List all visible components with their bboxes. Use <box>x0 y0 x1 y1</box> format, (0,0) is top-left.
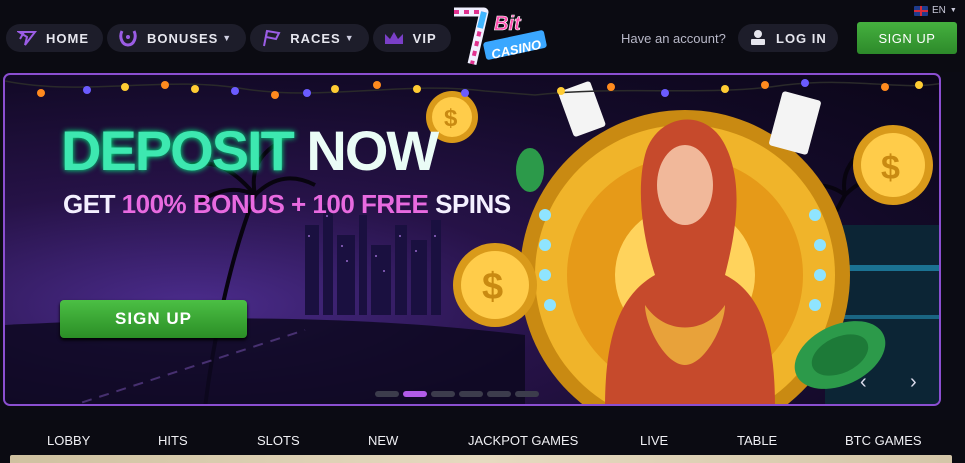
nav-home-label: HOME <box>46 30 89 46</box>
promo-banner[interactable]: $ $ $ DEPOSIT NOW GET 100% BONUS + 100 F… <box>3 73 941 406</box>
carousel-dot[interactable] <box>403 391 427 397</box>
user-icon <box>750 29 766 48</box>
language-selector[interactable]: EN ▼ <box>914 5 957 16</box>
login-button[interactable]: LOG IN <box>738 24 838 52</box>
sub-get: GET <box>63 189 122 219</box>
category-live[interactable]: LIVE <box>640 433 668 448</box>
site-header: HOME BONUSES ▼ RACES ▼ VIP Bit CASINO EN… <box>0 0 965 72</box>
carousel-dot[interactable] <box>487 391 511 397</box>
headline-deposit: DEPOSIT <box>61 119 295 182</box>
chevron-down-icon: ▼ <box>344 33 355 43</box>
race-flag-icon <box>260 29 282 47</box>
banner-subheadline: GET 100% BONUS + 100 FREE SPINS <box>63 189 511 220</box>
carousel-dot[interactable] <box>375 391 399 397</box>
page: HOME BONUSES ▼ RACES ▼ VIP Bit CASINO EN… <box>0 0 965 463</box>
have-account-text: Have an account? <box>621 31 726 46</box>
category-new[interactable]: NEW <box>368 433 398 448</box>
category-jackpot-games[interactable]: JACKPOT GAMES <box>468 433 578 448</box>
nav-vip-label: VIP <box>412 30 437 46</box>
nav-bonuses[interactable]: BONUSES ▼ <box>107 24 247 52</box>
category-hits[interactable]: HITS <box>158 433 188 448</box>
carousel-dot[interactable] <box>431 391 455 397</box>
site-logo[interactable]: Bit CASINO <box>450 6 550 68</box>
nav-races[interactable]: RACES ▼ <box>250 24 369 52</box>
category-lobby[interactable]: LOBBY <box>47 433 90 448</box>
sub-bonus: 100% BONUS + 100 FREE <box>121 189 429 219</box>
home-claw-icon <box>16 29 38 47</box>
chevron-down-icon: ▼ <box>222 33 233 43</box>
category-slots[interactable]: SLOTS <box>257 433 300 448</box>
headline-now: NOW <box>292 119 439 182</box>
main-nav: HOME BONUSES ▼ RACES ▼ VIP <box>6 24 451 52</box>
nav-home[interactable]: HOME <box>6 24 103 52</box>
category-btc-games[interactable]: BTC GAMES <box>845 433 922 448</box>
signup-button-header[interactable]: SIGN UP <box>857 22 957 54</box>
nav-vip[interactable]: VIP <box>372 24 451 52</box>
svg-text:$: $ <box>881 149 900 187</box>
chevron-down-icon: ▼ <box>949 7 957 14</box>
language-label: EN <box>932 5 946 16</box>
carousel-dot[interactable] <box>515 391 539 397</box>
login-label: LOG IN <box>776 30 827 46</box>
carousel-dot[interactable] <box>459 391 483 397</box>
banner-headline: DEPOSIT NOW <box>61 123 439 179</box>
sub-spins: SPINS <box>428 189 511 219</box>
nav-bonuses-label: BONUSES <box>147 30 219 46</box>
carousel-prev-arrow-icon[interactable]: ‹ <box>860 371 867 394</box>
horseshoe-icon <box>117 29 139 47</box>
crown-icon <box>383 29 405 47</box>
uk-flag-icon <box>914 5 928 16</box>
carousel-dots <box>375 391 539 397</box>
svg-text:$: $ <box>444 105 458 132</box>
svg-text:$: $ <box>482 266 503 308</box>
category-table[interactable]: TABLE <box>737 433 777 448</box>
nav-races-label: RACES <box>290 30 341 46</box>
banner-signup-button[interactable]: SIGN UP <box>60 300 247 338</box>
logo-bit-text: Bit <box>494 13 522 35</box>
carousel-next-arrow-icon[interactable]: › <box>910 371 917 394</box>
games-grid-top-edge <box>10 455 952 463</box>
